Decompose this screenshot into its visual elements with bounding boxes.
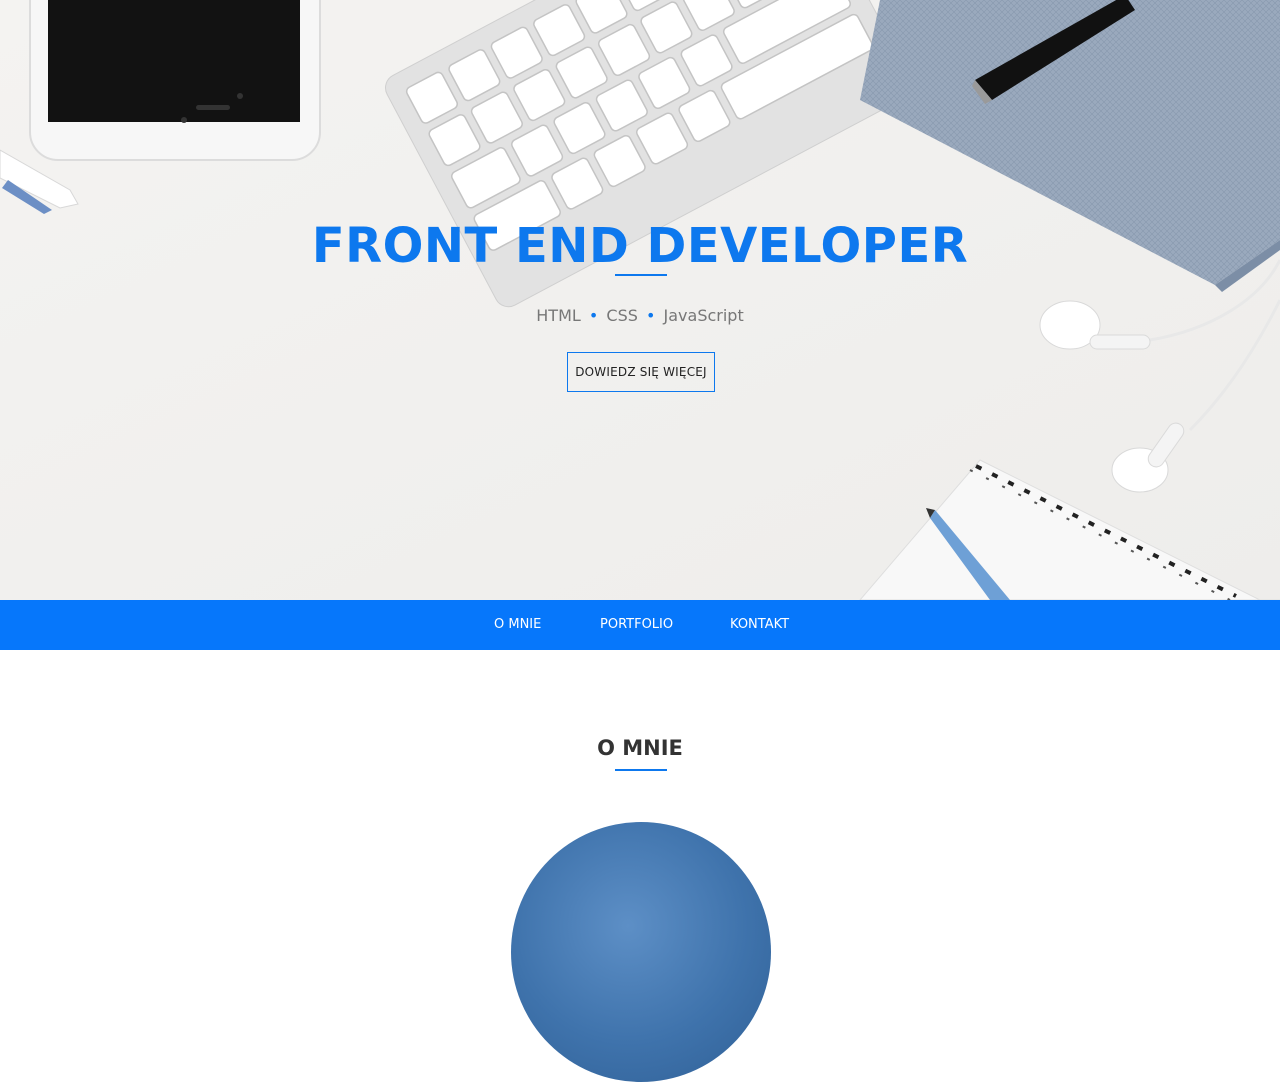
profile-photo [511,822,771,1082]
hero-title: FRONT END DEVELOPER [311,218,969,274]
section-title: O MNIE [597,736,683,760]
nav-item-about[interactable]: O MNIE [494,600,541,650]
nav-item-portfolio[interactable]: PORTFOLIO [600,600,673,650]
nav-item-contact[interactable]: KONTAKT [730,600,789,650]
main-nav: O MNIE PORTFOLIO KONTAKT [0,600,1280,650]
skill-javascript: JavaScript [663,306,744,325]
section-title-underline [615,769,667,771]
subtitle-separator: • [588,306,599,325]
hero-subtitle: HTML • CSS • JavaScript [0,304,1280,328]
hero-title-underline [615,274,667,276]
hero-section: FRONT END DEVELOPER HTML • CSS • JavaScr… [0,0,1280,600]
skill-css: CSS [606,306,638,325]
hero-content: FRONT END DEVELOPER HTML • CSS • JavaScr… [0,0,1280,600]
skill-html: HTML [536,306,581,325]
learn-more-button[interactable]: DOWIEDZ SIĘ WIĘCEJ [567,352,715,392]
subtitle-separator: • [646,306,656,325]
